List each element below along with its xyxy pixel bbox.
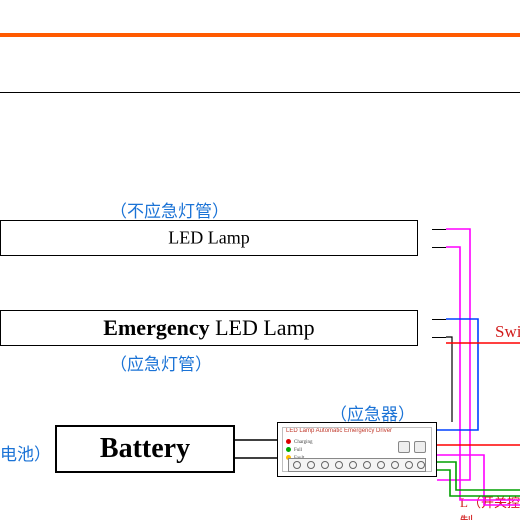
lamp-normal-caption-cn: （不应急灯管）	[110, 197, 229, 222]
driver-led-charging: Charging	[286, 439, 346, 447]
lamp-normal-pin-top	[432, 229, 446, 230]
emergency-driver: LED Lamp Automatic Emergency Driver Char…	[277, 422, 437, 477]
driver-terminal-strip	[288, 458, 426, 472]
driver-headline: LED Lamp Automatic Emergency Driver	[286, 428, 428, 434]
diagram-canvas: （不应急灯管） LED Lamp Emergency LED Lamp （应急灯…	[0, 0, 520, 520]
battery-caption-cn-left: 电池）	[0, 440, 51, 465]
driver-led-full: Full	[286, 447, 346, 455]
battery-label: Battery	[100, 433, 190, 465]
lamp-emergency-pin-bottom	[432, 337, 446, 338]
driver-button-1[interactable]	[398, 441, 410, 453]
lamp-emergency-tube: Emergency LED Lamp	[0, 310, 418, 346]
wire-black-emlamp-to-driver	[446, 337, 452, 422]
top-orange-rule	[0, 33, 520, 37]
lamp-emergency-pin-top	[432, 319, 446, 320]
lamp-normal-label: LED Lamp	[168, 228, 249, 249]
wire-magenta-lamp-to-driver	[437, 229, 470, 480]
lamp-emergency-label-bold: Emergency	[103, 315, 209, 340]
battery-box: Battery	[55, 425, 235, 473]
label-line-right: L（开关控制	[460, 492, 520, 520]
top-black-rule	[0, 92, 520, 93]
lamp-normal-tube: LED Lamp	[0, 220, 418, 256]
wire-magenta-to-right	[446, 247, 520, 500]
wire-green-1	[437, 462, 520, 490]
lamp-emergency-label: Emergency LED Lamp	[103, 315, 314, 341]
lamp-emergency-label-rest: LED Lamp	[210, 315, 315, 340]
lamp-emergency-caption-cn: （应急灯管）	[110, 350, 212, 375]
driver-button-2[interactable]	[414, 441, 426, 453]
label-switch-right: Swi	[495, 322, 520, 342]
lamp-normal-pin-bottom	[432, 247, 446, 248]
wire-blue-emlamp-to-driver	[437, 319, 478, 430]
